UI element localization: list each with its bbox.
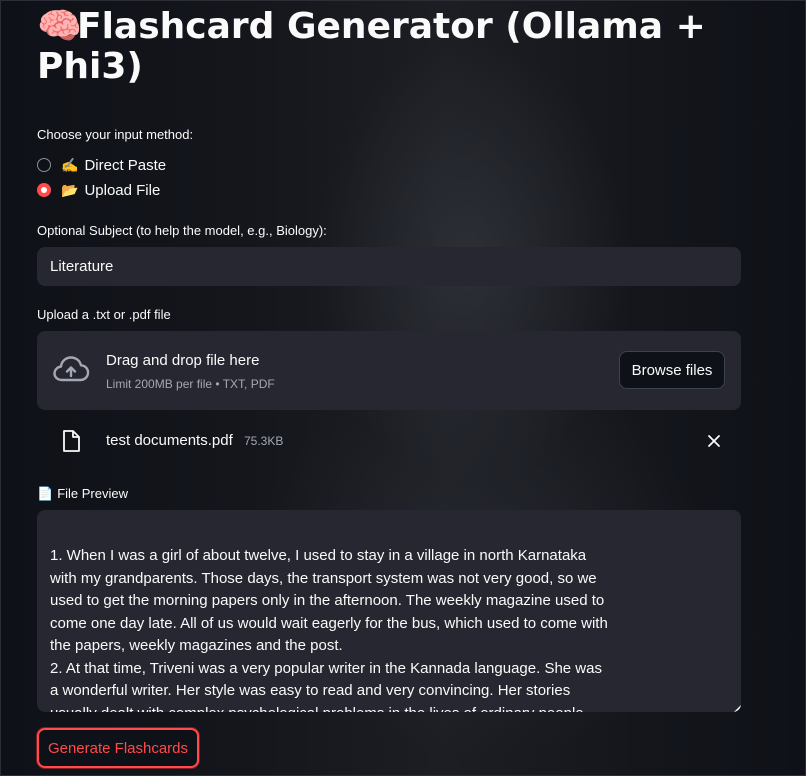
folder-icon: 📂 [61, 181, 79, 198]
subject-label: Optional Subject (to help the model, e.g… [37, 223, 327, 238]
cloud-upload-icon [53, 356, 90, 382]
radio-upload-file[interactable]: 📂 Upload File [37, 180, 160, 200]
radio-direct-paste[interactable]: ✍️ Direct Paste [37, 155, 166, 175]
file-preview-label: 📄 File Preview [37, 486, 128, 502]
document-icon: 📄 [37, 486, 54, 501]
subject-input-value: Literature [50, 258, 114, 275]
file-dropzone[interactable]: Drag and drop file here Limit 200MB per … [37, 331, 741, 410]
brain-icon: 🧠 [37, 6, 82, 47]
file-icon [63, 430, 80, 452]
subject-input[interactable]: Literature [37, 247, 741, 286]
file-preview-text: 1. When I was a girl of about twelve, I … [50, 547, 608, 712]
main-content: 🧠Flashcard Generator (Ollama + Phi3) Cho… [37, 1, 741, 768]
close-icon[interactable] [707, 434, 721, 448]
uploaded-file-row: test documents.pdf 75.3KB [37, 425, 741, 459]
uploaded-file-size: 75.3KB [244, 434, 284, 448]
browse-files-button[interactable]: Browse files [619, 351, 725, 389]
writing-hand-icon: ✍️ [61, 156, 79, 173]
app-frame: 🧠Flashcard Generator (Ollama + Phi3) Cho… [0, 0, 806, 776]
file-preview-textarea[interactable]: 1. When I was a girl of about twelve, I … [37, 510, 741, 712]
radio-circle-unchecked[interactable] [37, 158, 51, 172]
radio-circle-checked[interactable] [37, 183, 51, 197]
page-title-text: Flashcard Generator (Ollama + Phi3) [37, 6, 706, 87]
input-method-label: Choose your input method: [37, 127, 194, 142]
dropzone-title: Drag and drop file here [106, 352, 260, 369]
generate-flashcards-button[interactable]: Generate Flashcards [37, 728, 199, 768]
radio-direct-paste-label: Direct Paste [84, 156, 167, 174]
resize-handle-icon[interactable] [734, 705, 741, 712]
page-title: 🧠Flashcard Generator (Ollama + Phi3) [37, 1, 741, 87]
radio-upload-file-label: Upload File [84, 181, 161, 199]
dropzone-limit: Limit 200MB per file • TXT, PDF [106, 377, 275, 391]
uploaded-file-name: test documents.pdf [106, 432, 233, 449]
file-preview-label-text: File Preview [57, 486, 128, 501]
uploader-label: Upload a .txt or .pdf file [37, 307, 171, 322]
